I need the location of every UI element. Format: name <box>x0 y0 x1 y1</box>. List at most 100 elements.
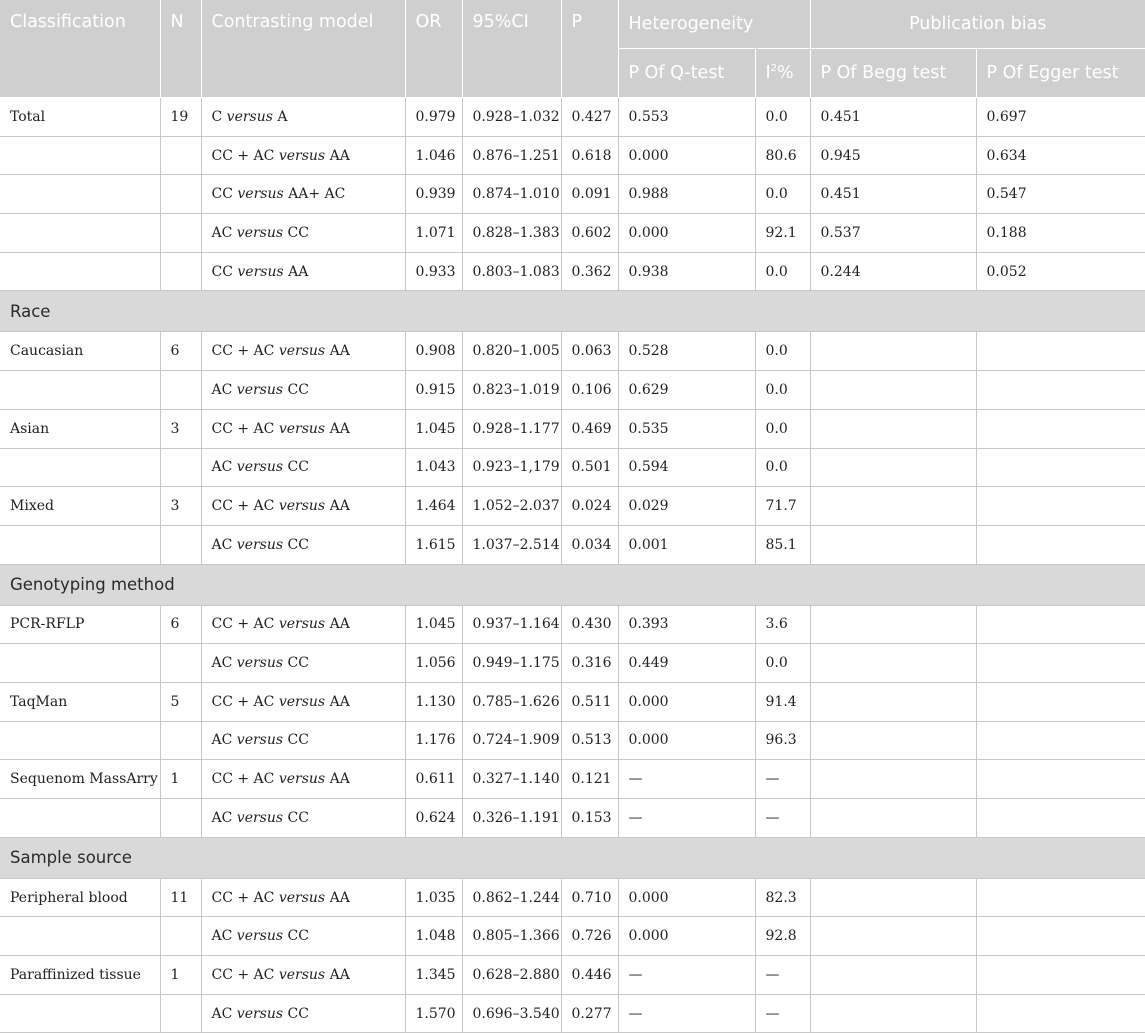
cell-n <box>159 370 202 410</box>
cell-p-begg: 0.945 <box>809 135 977 176</box>
cell-classification <box>0 720 161 761</box>
cell-ci: 0.803–1.083 <box>461 251 562 292</box>
cell-n <box>159 524 202 565</box>
model-right: AA <box>329 420 350 437</box>
cell-ci: 0.928–1.032 <box>461 97 562 137</box>
cell-contrasting-model: CC + AC versus AA <box>200 486 406 526</box>
cell-p-begg: 0.244 <box>809 251 977 292</box>
model-right: AA <box>329 771 350 788</box>
cell-p-egger <box>975 408 1145 449</box>
model-versus: versus <box>226 108 273 125</box>
cell-p-egger <box>975 447 1145 488</box>
cell-ci: 0.923–1,179 <box>461 447 562 488</box>
model-versus: versus <box>278 693 326 710</box>
table-row: PCR-RFLP 6 CC + AC versus AA 1.045 0.937–1.1… <box>0 604 1145 645</box>
table-row: AC versus CC 1.071 0.828–1.383 0.602 0.000 92… <box>0 213 1145 253</box>
model-left: AC <box>211 536 233 553</box>
cell-ci: 0.805–1.366 <box>461 916 562 957</box>
cell-n <box>159 135 202 176</box>
cell-p-begg <box>809 720 977 761</box>
cell-p-begg: 0.537 <box>809 213 977 253</box>
model-versus: versus <box>278 966 326 983</box>
cell-contrasting-model: AC versus CC <box>200 213 406 253</box>
cell-p-begg <box>809 681 977 722</box>
cell-p-egger: 0.697 <box>975 97 1145 137</box>
cell-ci: 0.876–1.251 <box>461 135 562 176</box>
cell-p-egger: 0.634 <box>975 135 1145 176</box>
cell-n: 3 <box>159 486 202 526</box>
cell-or: 1.615 <box>404 524 463 565</box>
model-left: CC + AC <box>211 771 275 788</box>
cell-p-begg <box>809 408 977 449</box>
cell-p-egger <box>975 877 1145 918</box>
cell-i2: 85.1 <box>754 524 811 565</box>
model-left: AC <box>211 381 233 398</box>
cell-p: 0.513 <box>560 720 619 761</box>
cell-contrasting-model: AC versus CC <box>200 643 406 683</box>
cell-p: 0.153 <box>560 798 619 838</box>
cell-p-egger <box>975 524 1145 565</box>
model-versus: versus <box>237 263 284 280</box>
model-right: AA <box>329 966 350 983</box>
cell-n: 5 <box>159 681 202 722</box>
cell-n <box>159 643 202 683</box>
table-header: Classification N Contrasting model OR 95… <box>0 0 1145 98</box>
cell-classification: Peripheral blood <box>0 877 161 918</box>
cell-n <box>159 213 202 253</box>
cell-p-q-test: 0.594 <box>617 447 756 488</box>
model-versus: versus <box>237 186 284 203</box>
cell-n <box>159 251 202 292</box>
cell-p-q-test: 0.000 <box>617 720 756 761</box>
table-row: AC versus CC 1.043 0.923–1,179 0.501 0.594 0.… <box>0 447 1145 488</box>
model-versus: versus <box>236 928 284 945</box>
header-p: P <box>561 0 619 98</box>
model-right: CC <box>287 928 309 945</box>
meta-analysis-table: Classification N Contrasting model OR 95… <box>0 0 1145 1033</box>
cell-contrasting-model: CC + AC versus AA <box>200 135 406 176</box>
cell-i2: 0.0 <box>754 174 811 215</box>
cell-p: 0.446 <box>560 955 619 995</box>
cell-or: 0.611 <box>404 759 463 799</box>
cell-or: 1.570 <box>404 993 463 1033</box>
cell-p-begg <box>809 993 977 1033</box>
cell-classification: Asian <box>0 408 161 449</box>
section-header-row: Genotyping method <box>0 563 1145 606</box>
section-title: Genotyping method <box>0 563 1145 606</box>
cell-classification <box>0 798 161 838</box>
cell-or: 1.071 <box>404 213 463 253</box>
cell-p-q-test: — <box>617 955 756 995</box>
model-versus: versus <box>236 381 284 398</box>
cell-or: 1.043 <box>404 447 463 488</box>
cell-contrasting-model: CC + AC versus AA <box>200 759 406 799</box>
cell-i2: 0.0 <box>754 97 811 137</box>
cell-classification <box>0 174 161 215</box>
cell-p-egger <box>975 916 1145 957</box>
model-right: AA <box>329 498 350 515</box>
cell-classification: Sequenom MassArry <box>0 759 161 799</box>
model-right: CC <box>287 536 309 553</box>
cell-p: 0.121 <box>560 759 619 799</box>
model-right: CC <box>287 381 309 398</box>
cell-p: 0.602 <box>560 213 619 253</box>
section-header-row: Race <box>0 290 1145 333</box>
cell-or: 0.624 <box>404 798 463 838</box>
cell-p: 0.091 <box>560 174 619 215</box>
model-left: AC <box>211 655 233 672</box>
cell-i2: 96.3 <box>754 720 811 761</box>
cell-p-q-test: 0.988 <box>617 174 756 215</box>
cell-p-begg <box>809 331 977 372</box>
model-right: AA <box>329 693 350 710</box>
table-row: TaqMan 5 CC + AC versus AA 1.130 0.785–1.626… <box>0 681 1145 722</box>
model-versus: versus <box>278 889 326 906</box>
cell-contrasting-model: CC versus AA+ AC <box>200 174 406 215</box>
model-right: CC <box>287 459 309 476</box>
header-i2-suffix: % <box>777 63 794 83</box>
cell-p-begg <box>809 486 977 526</box>
cell-p: 0.618 <box>560 135 619 176</box>
cell-p-egger <box>975 370 1145 410</box>
cell-classification: Paraffinized tissue <box>0 955 161 995</box>
cell-p-egger <box>975 955 1145 995</box>
cell-p-begg <box>809 877 977 918</box>
table-row: AC versus CC 1.615 1.037–2.514 0.034 0.001 85… <box>0 524 1145 565</box>
cell-p-begg <box>809 447 977 488</box>
